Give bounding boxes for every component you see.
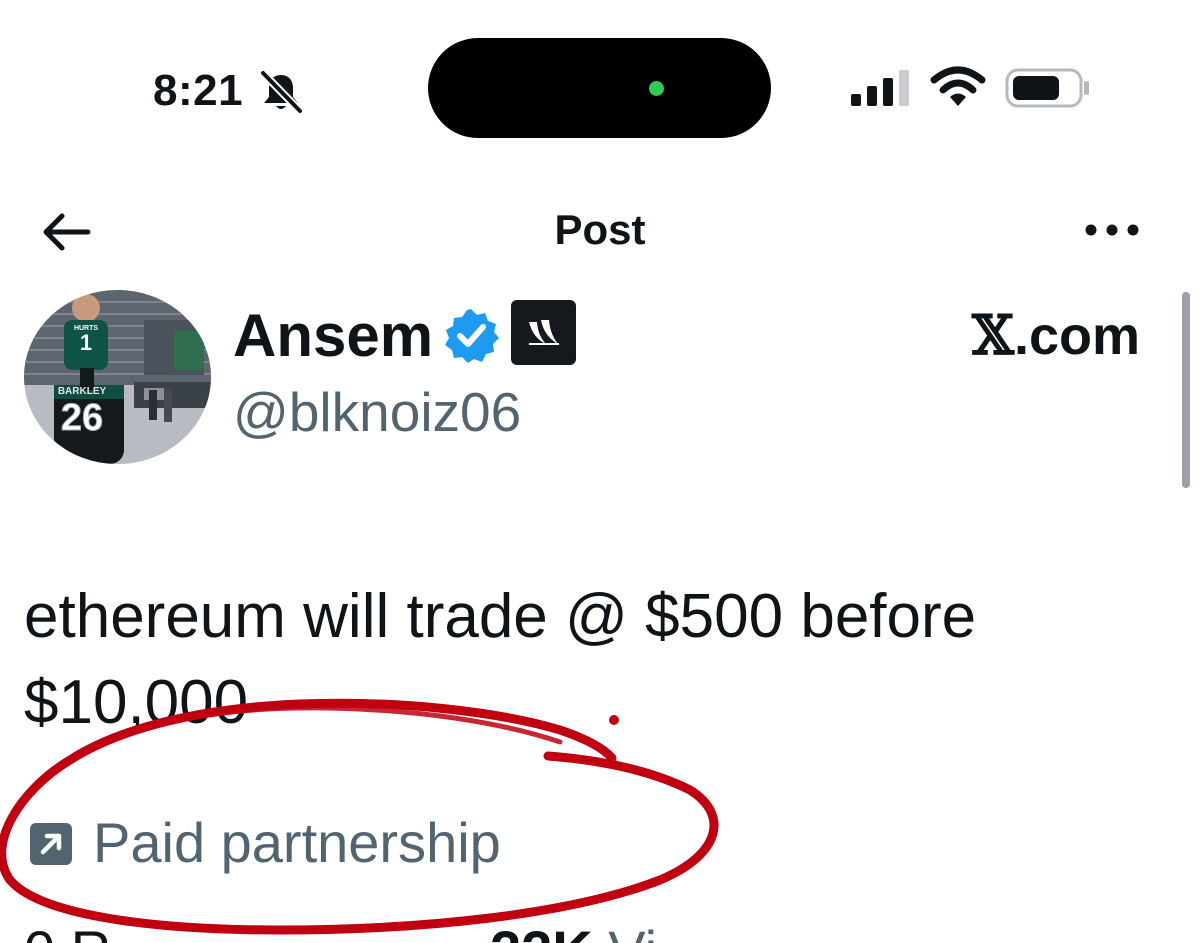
scrollbar[interactable] [1182, 292, 1190, 488]
views-stat[interactable]: 22K Vi [490, 918, 657, 943]
red-annotation-circle [0, 698, 719, 935]
post-text: ethereum will trade @ $500 before $10,00… [24, 582, 977, 737]
user-handle[interactable]: @blknoiz06 [233, 380, 521, 444]
views-label: Vi [608, 919, 657, 943]
affiliate-badge[interactable] [511, 300, 576, 365]
avatar[interactable]: 1 HURTS BARKLEY 26 [24, 290, 211, 464]
paid-partnership-label[interactable]: Paid partnership [93, 810, 501, 876]
dynamic-island [428, 38, 771, 138]
page-title: Post [554, 206, 646, 253]
child-jersey-number: 1 [80, 330, 92, 355]
reposts-stat[interactable]: 0 R [24, 918, 111, 943]
x-logo-icon: 𝕏 [972, 303, 1014, 367]
affiliate-logo-icon [529, 320, 559, 345]
verified-badge-icon [445, 309, 499, 363]
display-name[interactable]: Ansem [233, 302, 433, 370]
privacy-indicator-dot [649, 81, 664, 96]
avatar-photo: 1 HURTS BARKLEY 26 [24, 290, 211, 464]
status-time: 8:21 [153, 66, 244, 115]
jersey-name: BARKLEY [58, 386, 107, 397]
jersey-number: 26 [61, 397, 103, 439]
source-domain: .com [1013, 306, 1140, 366]
wifi-icon [930, 66, 986, 106]
battery-icon [1005, 68, 1089, 108]
bell-slash-icon [259, 70, 304, 114]
source-link[interactable]: 𝕏.com [972, 302, 1140, 369]
back-arrow-icon[interactable] [38, 208, 94, 256]
arrow-up-right-box-icon [30, 823, 72, 865]
child-jersey-name: HURTS [74, 325, 98, 332]
post-screen: 8:21 Post 1 HURTS BARKLEY 26 Ansem @blkn… [0, 0, 1200, 943]
views-count: 22K [490, 919, 593, 943]
ellipsis-icon[interactable] [1083, 218, 1141, 242]
cellular-signal-icon [851, 70, 909, 106]
